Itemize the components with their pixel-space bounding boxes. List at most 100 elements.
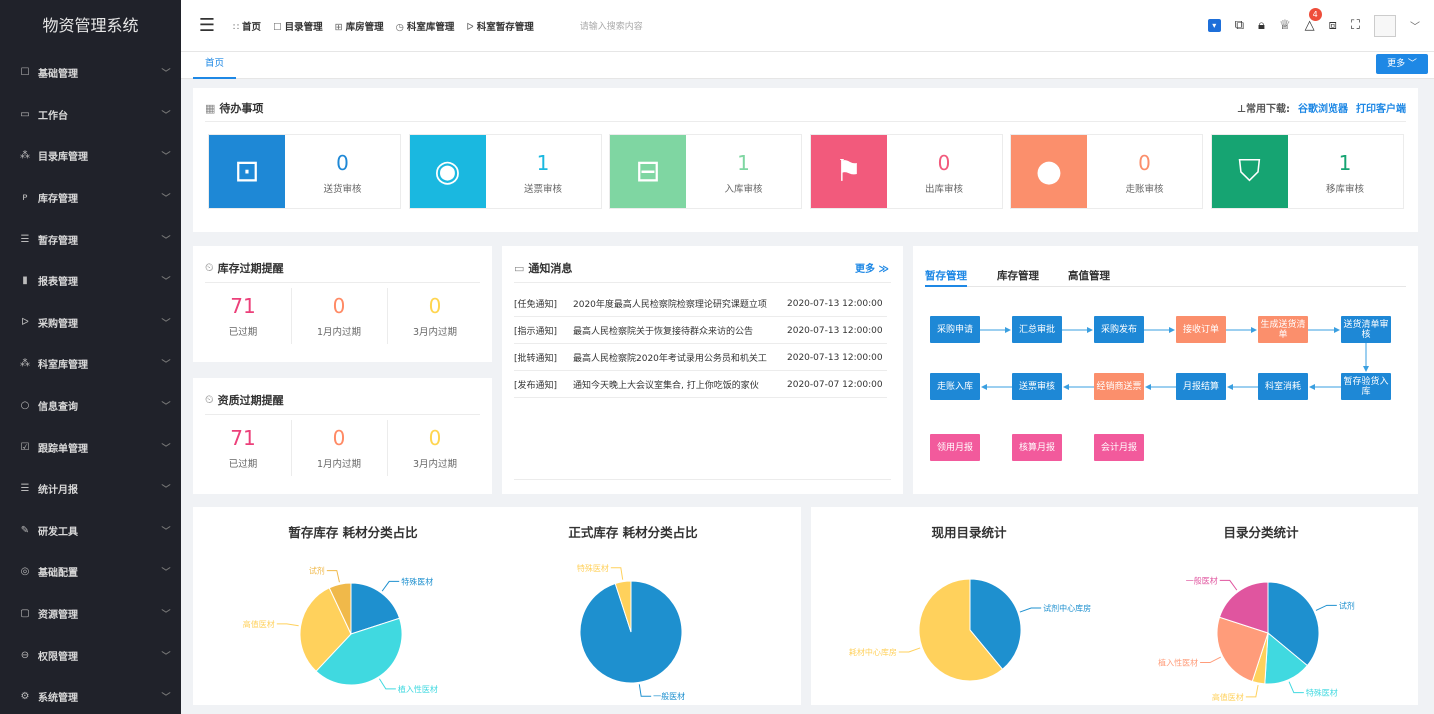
menu-icon: ▮: [22, 275, 28, 287]
pie-chart-current-catalog: 试剂中心库房耗材中心库房: [849, 578, 1091, 682]
sidebar-item-label: 信息查询: [38, 402, 78, 414]
sidebar-item[interactable]: ▢ 资源管理 ﹀: [0, 593, 181, 635]
sidebar-item[interactable]: ☐ 基础管理 ﹀: [0, 52, 181, 94]
notice-row[interactable]: [批转通知] 最高人民检察院2020年考试录用公务员和机关工 2020-07-13 …: [514, 345, 887, 371]
chevron-down-icon[interactable]: ﹀: [1410, 18, 1420, 33]
pie-leader-line: [381, 580, 400, 592]
expiry-stat[interactable]: 0 1月内过期: [291, 426, 387, 470]
flow-step[interactable]: 送货清单审核: [1341, 316, 1391, 343]
notice-row[interactable]: [指示通知] 最高人民检察院关于恢复接待群众来访的公告 2020-07-13 12:…: [514, 318, 887, 344]
chevron-down-icon: ﹀: [161, 69, 171, 80]
chrome-download-link[interactable]: 谷歌浏览器: [1298, 104, 1348, 115]
todo-item[interactable]: ⛉ 1 移库审核: [1210, 134, 1404, 209]
chevron-down-icon: ﹀: [161, 526, 171, 537]
expiry-stat[interactable]: 0 3月内过期: [387, 294, 483, 338]
flow-step[interactable]: 接收订单: [1176, 316, 1226, 343]
expiry-label: 1月内过期: [316, 459, 362, 470]
top-header: ☰ ∷ 首页 ☐ 目录管理 ⊞ 库房管理 ◷ 科室库管理 ᐅ 科室暂存管理 请输入搜索内容 ▾ ⧉…: [181, 0, 1434, 52]
todo-item[interactable]: ● 0 走账审核: [1010, 134, 1203, 209]
todo-item[interactable]: ⚑ 0 出库审核: [809, 134, 1003, 209]
pie-leader-line: [378, 678, 396, 690]
search-input[interactable]: 请输入搜索内容: [580, 19, 1100, 32]
sidebar-item[interactable]: ⁂ 目录库管理 ﹀: [0, 135, 181, 177]
flow-step[interactable]: 暂存验货入库: [1341, 373, 1391, 400]
expiry-count: 0: [428, 294, 442, 318]
flow-step[interactable]: 领用月报: [930, 434, 980, 461]
sidebar-item[interactable]: ☑ 跟踪单管理 ﹀: [0, 426, 181, 468]
tab-bar: 首页 更多 ﹀: [181, 52, 1434, 79]
flow-step[interactable]: 汇总审批: [1012, 316, 1062, 343]
nav-link[interactable]: ◷ 科室库管理: [396, 19, 455, 33]
sidebar: 物资管理系统 ☐ 基础管理 ﹀ ▭ 工作台 ﹀ ⁂ 目录库管理 ﹀ ᴘ 库存管理 ﹀ ☰ 暂存管理 ﹀ ▮ 报表…: [0, 0, 181, 714]
flow-step[interactable]: 送票审核: [1012, 373, 1062, 400]
print-client-download-link[interactable]: 打印客户端: [1356, 104, 1406, 115]
todo-label: 送货审核: [323, 184, 362, 195]
sidebar-item[interactable]: ᐅ 采购管理 ﹀: [0, 302, 181, 344]
tab-home[interactable]: 首页: [193, 52, 237, 79]
theme-shirt-icon[interactable]: ♕: [1279, 18, 1291, 33]
flow-step[interactable]: 月报结算: [1176, 373, 1226, 400]
more-tabs-button[interactable]: 更多 ﹀: [1376, 54, 1428, 74]
sidebar-item-label: 科室库管理: [38, 360, 88, 372]
todo-icon: ⊡: [209, 135, 285, 208]
tools-icon[interactable]: ⧉: [1235, 18, 1244, 33]
nav-link[interactable]: ☐ 目录管理: [273, 19, 323, 33]
sidebar-item[interactable]: ◎ 基础配置 ﹀: [0, 551, 181, 593]
flow-step[interactable]: 经销商送票: [1094, 373, 1144, 400]
todo-item[interactable]: ⊟ 1 入库审核: [609, 134, 802, 209]
pie-label: 耗材中心库房: [849, 647, 897, 657]
sidebar-item[interactable]: ▭ 工作台 ﹀: [0, 94, 181, 136]
chevron-down-icon: ﹀: [161, 485, 171, 496]
menu-icon: ⁂: [20, 358, 30, 370]
message-icon: ▭: [514, 261, 525, 275]
sidebar-item-label: 库存管理: [38, 194, 78, 206]
cert-expiry-title: 资质过期提醒: [217, 394, 284, 407]
expiry-count: 0: [332, 426, 346, 450]
sidebar-item[interactable]: ⊖ 权限管理 ﹀: [0, 634, 181, 676]
flow-step[interactable]: 走账入库: [930, 373, 980, 400]
bell-icon[interactable]: △ 4: [1305, 8, 1322, 33]
pie-label: 试剂中心库房: [1043, 603, 1091, 613]
chevron-down-icon: ﹀: [161, 318, 171, 329]
nav-link[interactable]: ⊞ 库房管理: [335, 19, 384, 33]
expiry-stat[interactable]: 71 已过期: [195, 426, 291, 470]
notices-more-link[interactable]: 更多 ≫: [855, 260, 889, 275]
todo-item[interactable]: ◉ 1 送票审核: [408, 134, 602, 209]
todo-item[interactable]: ⊡ 0 送货审核: [208, 134, 401, 209]
avatar[interactable]: [1374, 14, 1396, 37]
expiry-stat[interactable]: 0 3月内过期: [387, 426, 483, 470]
sidebar-item[interactable]: ☰ 统计月报 ﹀: [0, 468, 181, 510]
fullscreen-icon[interactable]: ⛶: [1351, 18, 1360, 33]
clock-icon: ⏲: [205, 261, 214, 274]
expiry-stat[interactable]: 71 已过期: [195, 294, 291, 338]
flow-step[interactable]: 核算月报: [1012, 434, 1062, 461]
nav-link[interactable]: ᐅ 科室暂存管理: [466, 19, 533, 33]
language-icon[interactable]: ▾: [1207, 19, 1221, 32]
nav-label: 目录管理: [284, 21, 323, 33]
flow-step[interactable]: 采购发布: [1094, 316, 1144, 343]
windows-icon[interactable]: ⧈: [1329, 18, 1337, 33]
flow-step[interactable]: 生成送货清单: [1258, 316, 1308, 343]
pie-leader-line: [1245, 684, 1259, 698]
sidebar-item[interactable]: ⚙ 系统管理 ﹀: [0, 676, 181, 714]
pie-leader-line: [898, 647, 921, 653]
nav-label: 首页: [242, 21, 262, 33]
pie-leader-line: [1315, 604, 1337, 611]
sidebar-item[interactable]: ○ 信息查询 ﹀: [0, 385, 181, 427]
notice-row[interactable]: [任免通知] 2020年度最高人民检察院检察理论研究课题立项 2020-07-13 …: [514, 291, 887, 317]
flow-step[interactable]: 采购申请: [930, 316, 980, 343]
cert-expiry-card: ⏲ 资质过期提醒 71 已过期 0 1月内过期 0 3月内过期: [193, 378, 492, 494]
sidebar-item[interactable]: ▮ 报表管理 ﹀: [0, 260, 181, 302]
sidebar-item[interactable]: ⁂ 科室库管理 ﹀: [0, 343, 181, 385]
nav-link[interactable]: ∷ 首页: [233, 19, 261, 33]
sidebar-item[interactable]: ✎ 研发工具 ﹀: [0, 510, 181, 552]
sidebar-item[interactable]: ☰ 暂存管理 ﹀: [0, 218, 181, 260]
expiry-stat[interactable]: 0 1月内过期: [291, 294, 387, 338]
flow-step[interactable]: 科室消耗: [1258, 373, 1308, 400]
notice-row[interactable]: [发布通知] 通知今天晚上大会议室集合, 打上你吃饭的家伙 2020-07-07 1…: [514, 372, 887, 398]
flow-step[interactable]: 会计月报: [1094, 434, 1144, 461]
hamburger-menu-icon[interactable]: ☰: [181, 15, 233, 36]
lock-icon[interactable]: 🔒︎: [1258, 18, 1265, 33]
flow-card: 暂存管理 库存管理 高值管理 采购申请 汇总审批 采购发布 接收订单 生成送货清单 送货清…: [913, 246, 1418, 494]
sidebar-item[interactable]: ᴘ 库存管理 ﹀: [0, 177, 181, 219]
